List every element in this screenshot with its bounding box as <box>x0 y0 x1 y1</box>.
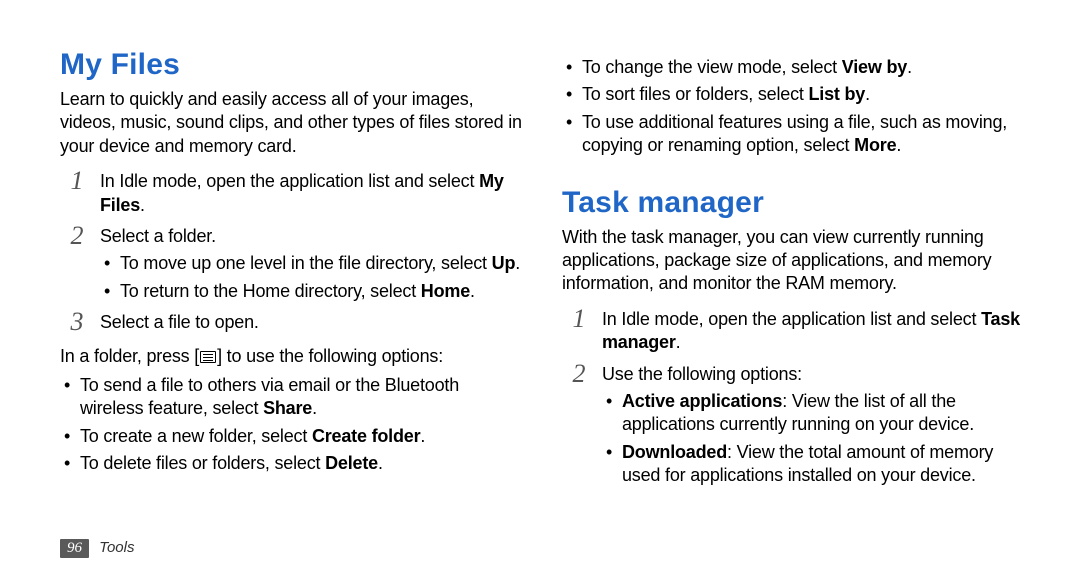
right-column: To change the view mode, select View by.… <box>562 48 1028 550</box>
bold-downloaded: Downloaded <box>622 442 727 462</box>
bullet-delete: To delete files or folders, select Delet… <box>60 452 526 475</box>
text: To move up one level in the file directo… <box>120 253 492 273</box>
bold-home: Home <box>421 281 470 301</box>
text: To sort files or folders, select <box>582 84 809 104</box>
text: . <box>378 453 383 473</box>
text: . <box>140 195 145 215</box>
heading-task-manager: Task manager <box>562 186 1028 220</box>
step-number: 1 <box>62 166 92 196</box>
step-3: 3 Select a file to open. <box>60 311 526 334</box>
text: . <box>420 426 425 446</box>
bold-up: Up <box>492 253 516 273</box>
step-number: 1 <box>564 304 594 334</box>
section-name: Tools <box>99 539 134 556</box>
bullet-create-folder: To create a new folder, select Create fo… <box>60 425 526 448</box>
text: In Idle mode, open the application list … <box>100 171 479 191</box>
bullet-active-apps: Active applications: View the list of al… <box>602 390 1028 437</box>
text: In a folder, press [ <box>60 346 199 366</box>
bold-share: Share <box>263 398 312 418</box>
page-footer: 96 Tools <box>60 539 134 558</box>
folder-options-list: To send a file to others via email or th… <box>60 374 526 476</box>
step-text: In Idle mode, open the application list … <box>100 170 526 217</box>
heading-my-files: My Files <box>60 48 526 82</box>
bold-active-apps: Active applications <box>622 391 782 411</box>
task-manager-steps: 1 In Idle mode, open the application lis… <box>562 308 1028 488</box>
text: . <box>676 332 681 352</box>
step-number: 3 <box>62 307 92 337</box>
right-top-bullets: To change the view mode, select View by.… <box>562 56 1028 158</box>
bullet-home: To return to the Home directory, select … <box>100 280 526 303</box>
menu-icon <box>200 351 216 363</box>
bold-delete: Delete <box>325 453 378 473</box>
step-1: 1 In Idle mode, open the application lis… <box>60 170 526 217</box>
text: To use additional features using a file,… <box>582 112 1007 155</box>
step-2: 2 Use the following options: Active appl… <box>562 363 1028 488</box>
step-number: 2 <box>62 221 92 251</box>
text: . <box>515 253 520 273</box>
bullet-up: To move up one level in the file directo… <box>100 252 526 275</box>
bullet-share: To send a file to others via email or th… <box>60 374 526 421</box>
left-column: My Files Learn to quickly and easily acc… <box>60 48 526 550</box>
step-2: 2 Select a folder. To move up one level … <box>60 225 526 303</box>
bold-create-folder: Create folder <box>312 426 420 446</box>
bullet-downloaded: Downloaded: View the total amount of mem… <box>602 441 1028 488</box>
page-number: 96 <box>60 539 89 558</box>
text: To change the view mode, select <box>582 57 842 77</box>
bullet-view-by: To change the view mode, select View by. <box>562 56 1028 79</box>
bold-more: More <box>854 135 896 155</box>
step-text: Select a file to open. <box>100 311 526 334</box>
bullet-more: To use additional features using a file,… <box>562 111 1028 158</box>
two-column-layout: My Files Learn to quickly and easily acc… <box>60 48 1028 550</box>
task-manager-options: Active applications: View the list of al… <box>602 390 1028 488</box>
text: To return to the Home directory, select <box>120 281 421 301</box>
text: . <box>896 135 901 155</box>
step-2-sublist: To move up one level in the file directo… <box>100 252 526 303</box>
bold-list-by: List by <box>809 84 866 104</box>
bold-view-by: View by <box>842 57 907 77</box>
my-files-steps: 1 In Idle mode, open the application lis… <box>60 170 526 334</box>
intro-task-manager: With the task manager, you can view curr… <box>562 226 1028 296</box>
step-text: In Idle mode, open the application list … <box>602 308 1028 355</box>
text: . <box>907 57 912 77</box>
text: ] to use the following options: <box>217 346 443 366</box>
bullet-list-by: To sort files or folders, select List by… <box>562 83 1028 106</box>
text: . <box>865 84 870 104</box>
text: To create a new folder, select <box>80 426 312 446</box>
step-text: Select a folder. <box>100 225 526 248</box>
text: . <box>312 398 317 418</box>
step-text: Use the following options: <box>602 363 1028 386</box>
manual-page: My Files Learn to quickly and easily acc… <box>0 0 1080 586</box>
text: . <box>470 281 475 301</box>
intro-my-files: Learn to quickly and easily access all o… <box>60 88 526 158</box>
text: To delete files or folders, select <box>80 453 325 473</box>
folder-options-intro: In a folder, press [ ] to use the followi… <box>60 345 526 368</box>
text: In Idle mode, open the application list … <box>602 309 981 329</box>
step-number: 2 <box>564 359 594 389</box>
step-1: 1 In Idle mode, open the application lis… <box>562 308 1028 355</box>
